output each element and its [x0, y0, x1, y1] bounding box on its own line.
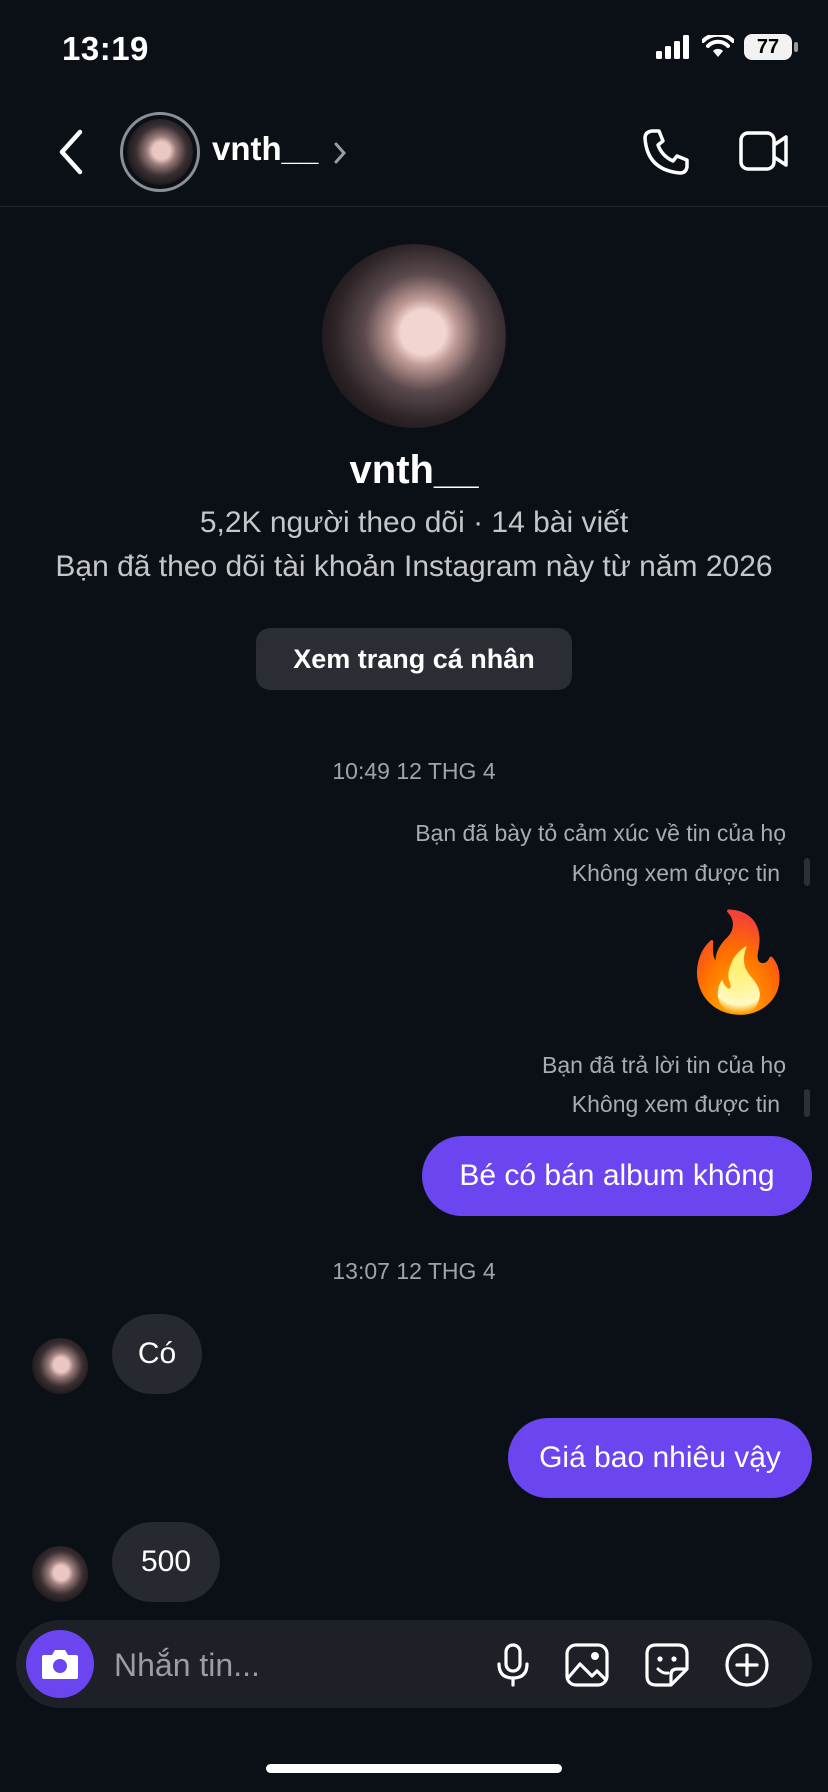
header-username[interactable]: vnth__ — [212, 130, 318, 168]
profile-stats: 5,2K người theo dõi · 14 bài viết — [199, 506, 629, 539]
message-timestamp: 13:07 12 THG 4 — [332, 1258, 496, 1284]
profile-follow-info: Bạn đã theo dõi tài khoản Instagram này … — [55, 550, 773, 583]
camera-icon — [42, 1650, 78, 1679]
phone-icon[interactable] — [640, 126, 692, 178]
microphone-icon[interactable] — [490, 1642, 536, 1688]
profile-avatar[interactable] — [322, 244, 506, 428]
chevron-right-icon[interactable] — [332, 140, 348, 166]
battery-indicator: 77 — [744, 34, 798, 60]
fire-reaction-emoji[interactable]: 🔥 — [678, 908, 798, 1018]
message-timestamp: 10:49 12 THG 4 — [332, 758, 496, 784]
sender-avatar[interactable] — [32, 1546, 88, 1602]
chat-header: vnth__ — [0, 100, 828, 207]
story-reply-bar — [804, 1089, 810, 1117]
story-unavailable-label: Không xem được tin — [571, 1091, 780, 1117]
plus-circle-icon[interactable] — [724, 1642, 770, 1688]
back-button[interactable] — [48, 124, 98, 180]
reaction-note: Bạn đã bày tỏ cảm xúc về tin của họ — [415, 820, 786, 846]
incoming-message[interactable]: 500 — [112, 1522, 220, 1602]
sticker-icon[interactable] — [644, 1642, 690, 1688]
home-indicator — [266, 1764, 562, 1773]
outgoing-message[interactable]: Giá bao nhiêu vậy — [508, 1418, 812, 1498]
status-time: 13:19 — [62, 30, 149, 67]
image-icon[interactable] — [564, 1642, 610, 1688]
view-profile-button[interactable]: Xem trang cá nhân — [256, 628, 572, 690]
reply-note: Bạn đã trả lời tin của họ — [542, 1052, 786, 1078]
signal-icon — [656, 35, 689, 59]
message-input[interactable] — [112, 1634, 496, 1696]
profile-name: vnth__ — [349, 448, 479, 492]
camera-button[interactable] — [26, 1630, 94, 1698]
outgoing-message[interactable]: Bé có bán album không — [422, 1136, 812, 1216]
incoming-message[interactable]: Có — [112, 1314, 202, 1394]
header-avatar[interactable] — [120, 112, 200, 192]
status-indicators: 77 — [656, 34, 798, 60]
battery-level: 77 — [756, 35, 780, 58]
wifi-icon — [702, 35, 734, 57]
story-reply-bar — [804, 858, 810, 886]
sender-avatar[interactable] — [32, 1338, 88, 1394]
back-icon — [59, 129, 83, 175]
story-unavailable-label: Không xem được tin — [571, 860, 780, 886]
message-composer — [16, 1620, 812, 1708]
video-camera-icon[interactable] — [738, 128, 790, 174]
